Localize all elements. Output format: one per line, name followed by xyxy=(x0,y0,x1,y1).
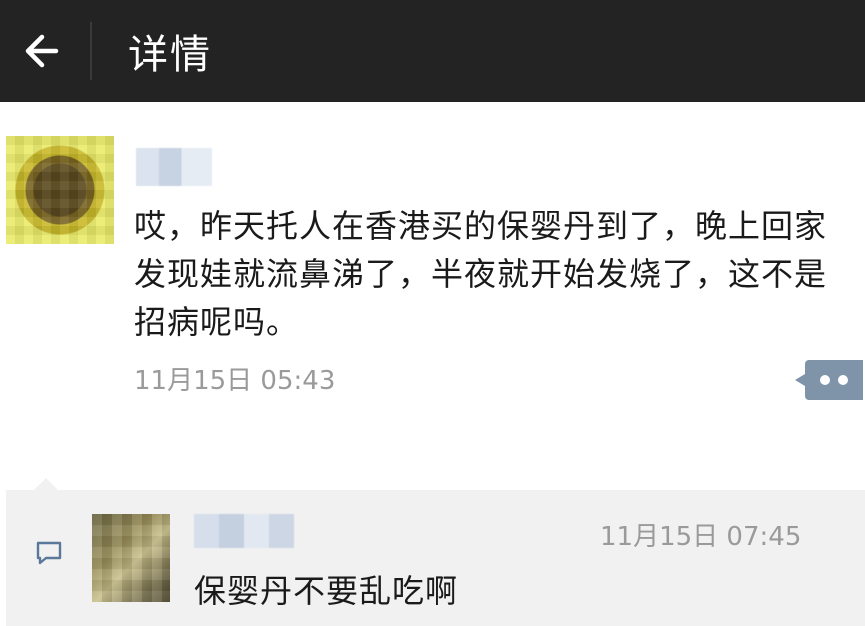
comment-text: 保婴丹不要乱吃啊 xyxy=(194,572,459,610)
post-content: 哎，昨天托人在香港买的保婴丹到了，晚上回家发现娃就流鼻涕了，半夜就开始发烧了，这… xyxy=(134,207,828,341)
comments-section: 11月15日 07:45 保婴丹不要乱吃啊 xyxy=(6,478,865,626)
moment-post: 哎，昨天托人在香港买的保婴丹到了，晚上回家发现娃就流鼻涕了，半夜就开始发烧了，这… xyxy=(0,102,865,492)
top-bar: 详情 xyxy=(0,0,865,102)
avatar[interactable] xyxy=(6,136,114,244)
page-title: 详情 xyxy=(128,32,212,78)
header-divider xyxy=(90,22,92,80)
arrow-left-icon xyxy=(25,34,59,68)
comment-icon xyxy=(36,541,62,565)
comment-avatar[interactable] xyxy=(92,514,170,602)
back-button[interactable] xyxy=(0,0,80,102)
commenter-name-blurred[interactable] xyxy=(194,514,294,548)
post-timestamp: 11月15日 05:43 xyxy=(134,366,336,396)
dot-icon xyxy=(838,375,848,385)
comment-timestamp: 11月15日 07:45 xyxy=(600,522,802,552)
dot-icon xyxy=(820,375,830,385)
poster-name-blurred[interactable] xyxy=(136,148,212,186)
comment-dots-button[interactable] xyxy=(795,360,863,400)
